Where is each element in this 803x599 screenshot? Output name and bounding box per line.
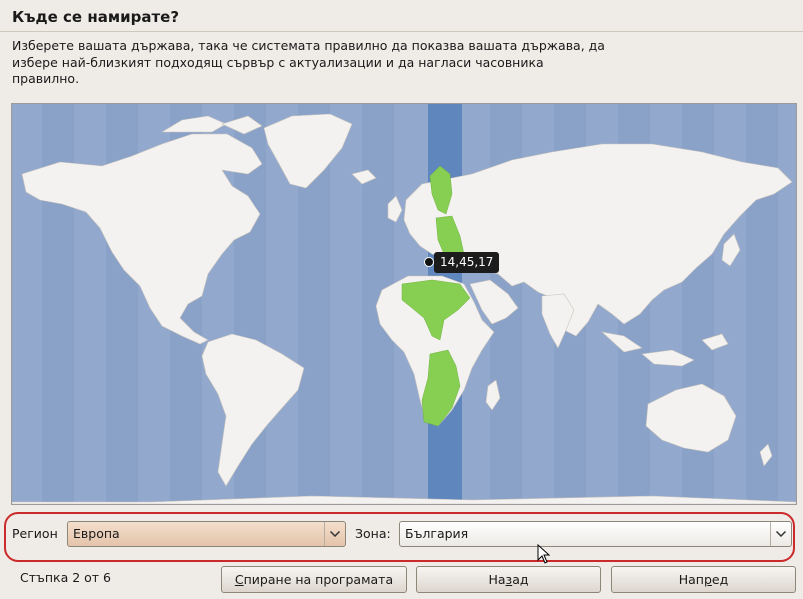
page-description: Изберете вашата държава, така че система… [12,38,605,86]
zone-combobox[interactable]: България [399,521,792,547]
region-combobox[interactable]: Европа [67,521,346,547]
step-indicator: Стъпка 2 от 6 [20,570,111,585]
back-button[interactable]: Назад [416,566,601,593]
title-divider [0,31,803,32]
page-title: Къде се намирате? [12,8,180,26]
quit-button[interactable]: Спиране на програмата [221,566,407,593]
region-value: Европа [73,526,120,541]
timezone-tooltip: 14,45,17 [434,252,500,273]
location-pin-icon[interactable] [424,257,434,267]
zone-value: България [405,526,469,541]
forward-button[interactable]: Напред [611,566,796,593]
mouse-cursor-icon [537,543,551,568]
chevron-down-icon[interactable] [770,522,791,546]
region-label: Регион [12,526,58,541]
timezone-map[interactable] [11,103,797,505]
chevron-down-icon[interactable] [324,522,345,546]
zone-label: Зона: [355,526,391,541]
world-map[interactable] [12,104,796,504]
